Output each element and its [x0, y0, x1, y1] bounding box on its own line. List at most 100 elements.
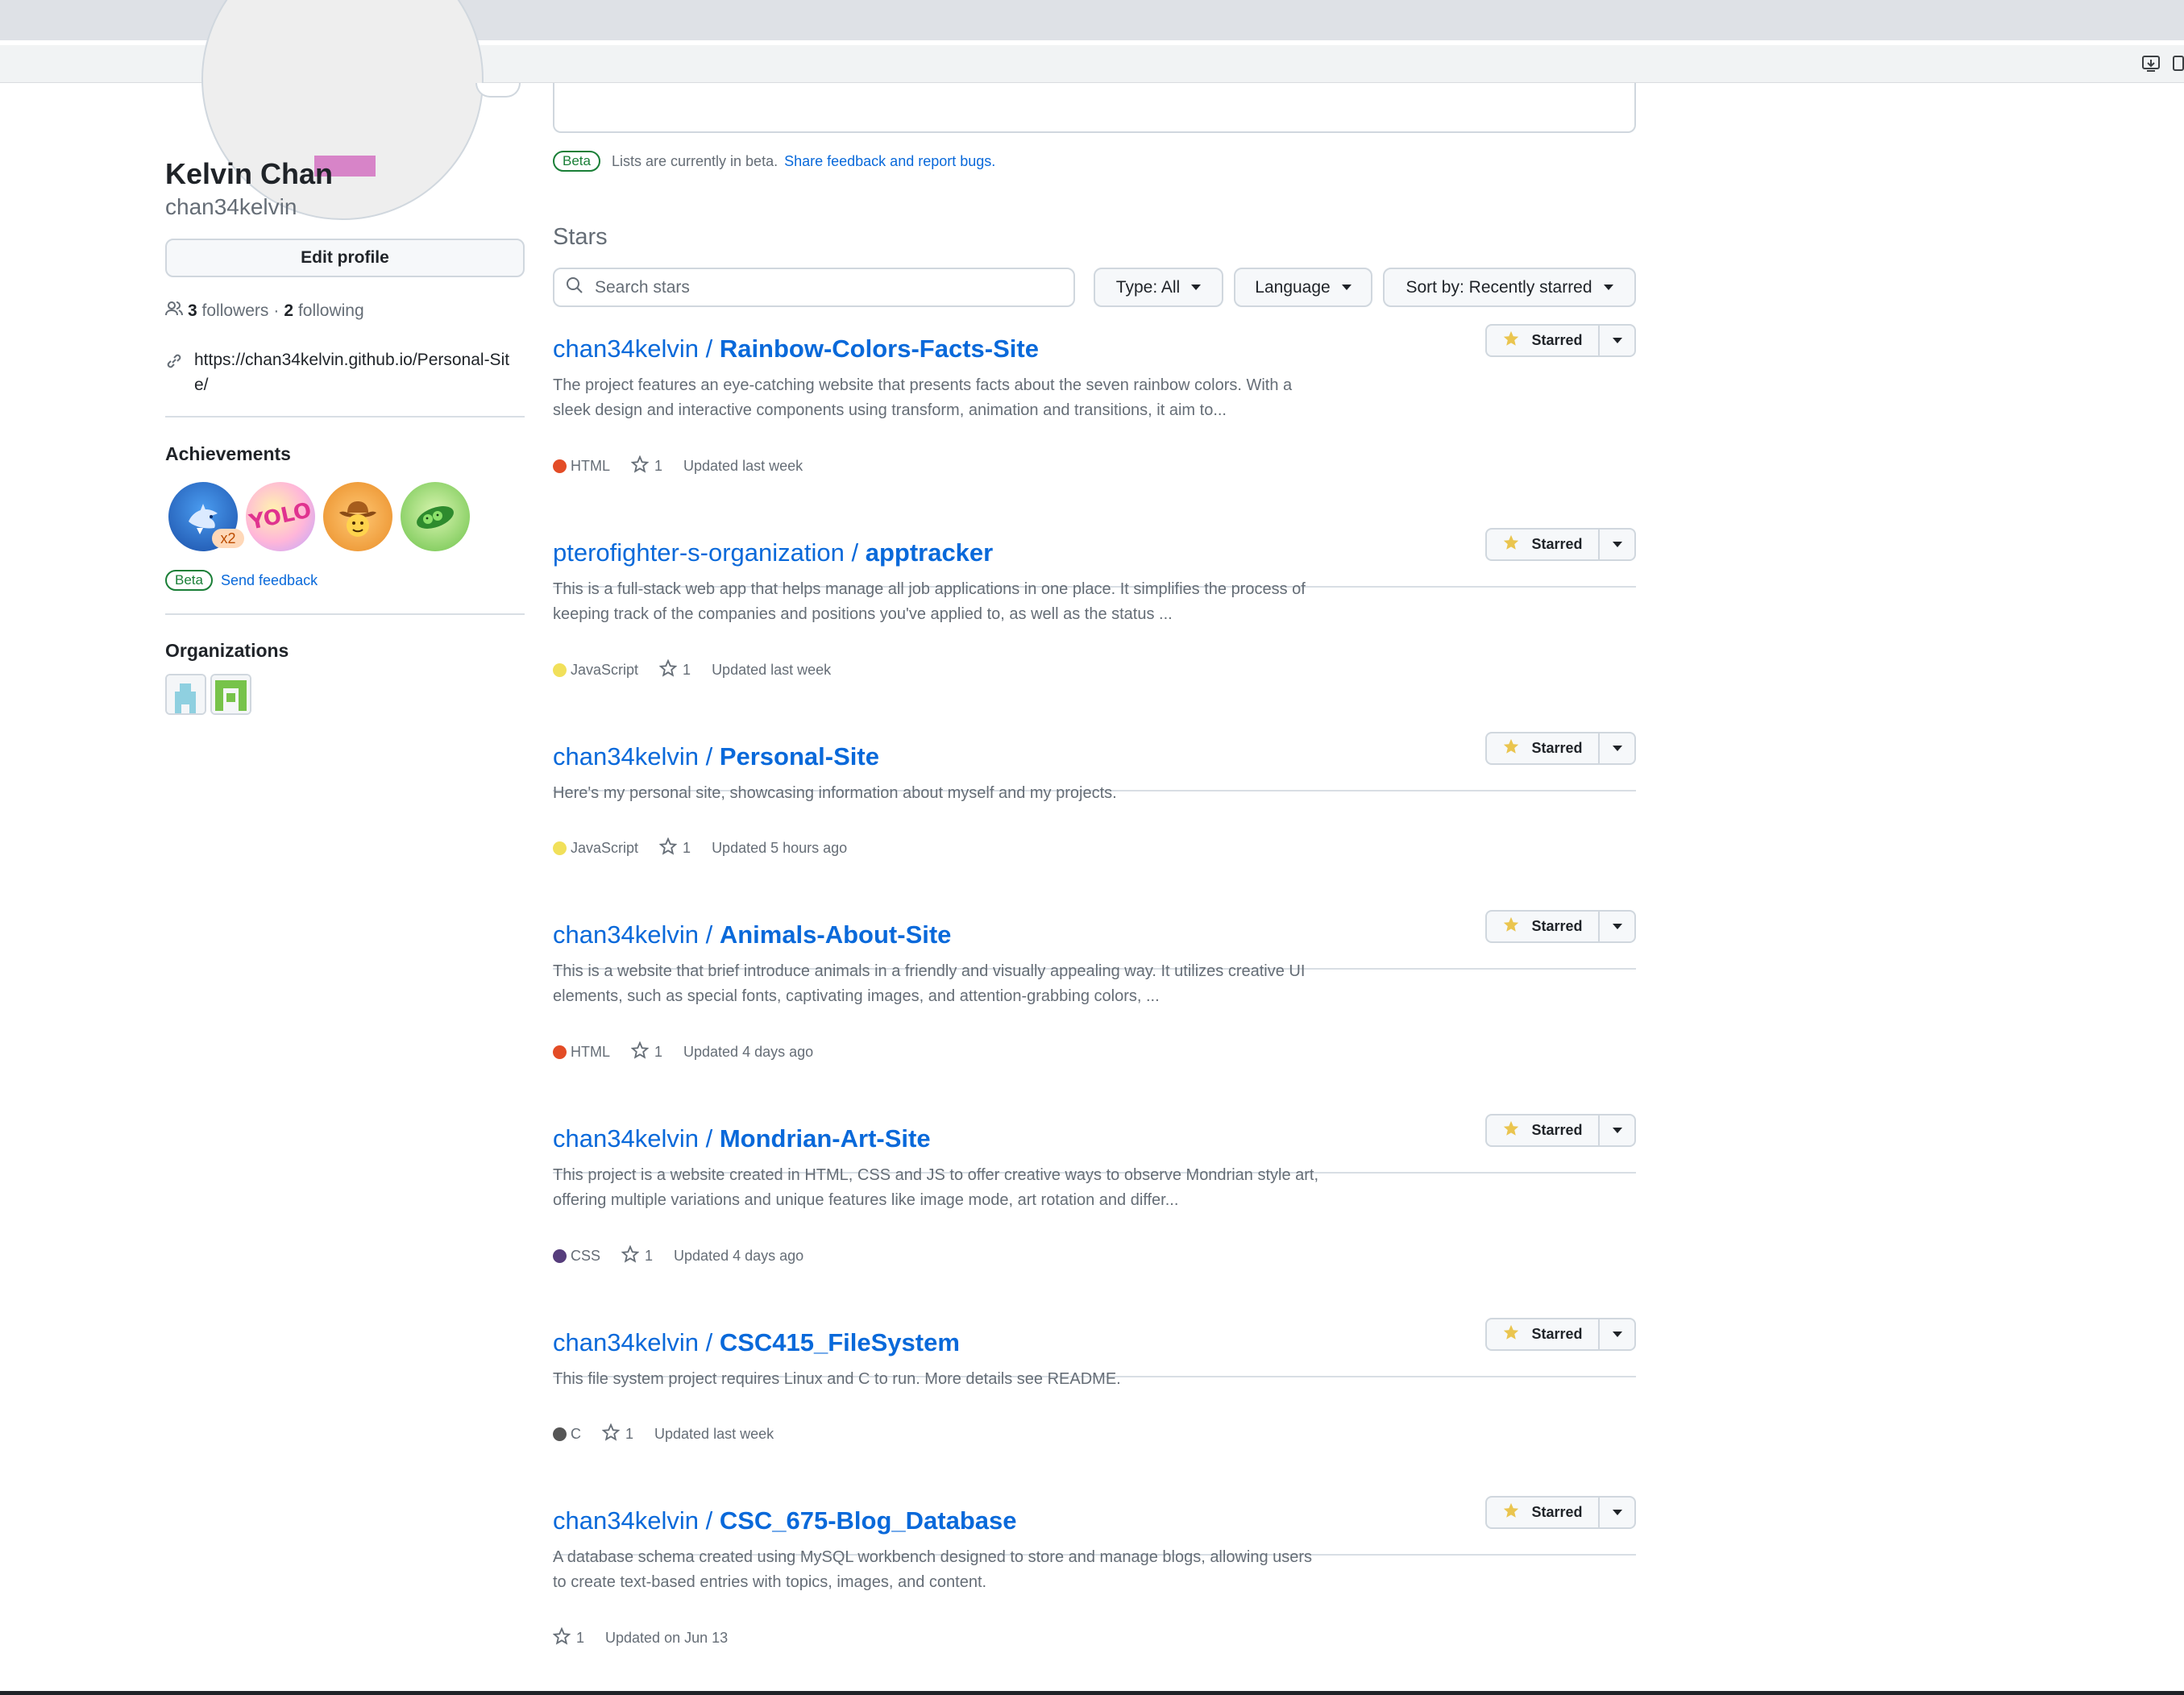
repo-updated: Updated on Jun 13 [605, 1630, 729, 1646]
starred-button-group: Starred [1485, 324, 1636, 357]
list-menu-button[interactable] [1600, 912, 1634, 941]
repo-stargazers-link[interactable]: 1 [630, 455, 662, 477]
repo-description: A database schema created using MySQL wo… [553, 1548, 1313, 1591]
send-feedback-link[interactable]: Send feedback [221, 572, 318, 589]
repo-stargazers-link[interactable]: 1 [621, 1244, 653, 1267]
repo-language: JavaScript [553, 662, 638, 679]
chevron-down-icon [1341, 285, 1352, 290]
followers-link[interactable]: 3 followers [188, 301, 268, 321]
list-menu-button[interactable] [1600, 1115, 1634, 1145]
type-filter-label: Type: All [1115, 277, 1181, 297]
starred-label: Starred [1531, 740, 1583, 756]
unstar-button[interactable]: Starred [1487, 326, 1600, 355]
repo-updated: Updated last week [654, 1426, 774, 1442]
unstar-button[interactable]: Starred [1487, 1498, 1600, 1527]
language-name: CSS [571, 1248, 601, 1264]
repo-owner: chan34kelvin / [553, 334, 720, 363]
beta-label: Beta [165, 570, 213, 591]
chevron-down-icon [1612, 1331, 1622, 1337]
chevron-down-icon [1612, 924, 1622, 929]
chevron-down-icon [1612, 542, 1622, 547]
unstar-button[interactable]: Starred [1487, 1115, 1600, 1145]
website-link[interactable]: https://chan34kelvin.github.io/Personal-… [194, 347, 517, 397]
repo-language: HTML [553, 458, 610, 475]
achievements-title: Achievements [165, 443, 291, 464]
starred-button-group: Starred [1485, 1318, 1636, 1351]
repo-language: CSS [553, 1248, 600, 1265]
unstar-button[interactable]: Starred [1487, 733, 1600, 763]
repo-name: Personal-Site [719, 742, 879, 771]
star-fill-icon [1502, 330, 1520, 351]
repo-updated: Updated 4 days ago [683, 1044, 814, 1060]
repo-updated: Updated 5 hours ago [712, 840, 848, 856]
repo-meta: JavaScript 1 Updated last week [553, 658, 832, 681]
language-color-dot [553, 1045, 567, 1059]
list-menu-button[interactable] [1600, 733, 1634, 763]
install-app-icon[interactable] [2140, 53, 2161, 74]
following-count: 2 [284, 301, 294, 320]
star-fill-icon [1502, 916, 1520, 937]
repo-description: This project is a website created in HTM… [553, 1166, 1319, 1209]
chevron-down-icon [1603, 285, 1613, 290]
search-stars-input[interactable] [595, 277, 1062, 297]
repo-updated: Updated last week [712, 662, 832, 678]
starred-button-group: Starred [1485, 1496, 1636, 1529]
organization-avatar[interactable] [210, 674, 251, 715]
repo-stargazers-link[interactable]: 1 [601, 1423, 633, 1445]
edit-profile-button[interactable]: Edit profile [165, 239, 525, 277]
unstar-button[interactable]: Starred [1487, 1319, 1600, 1349]
stars-heading: Stars [553, 224, 608, 250]
set-status-button[interactable] [475, 83, 521, 98]
pea-pod-badge-icon[interactable] [401, 482, 470, 551]
repo-title-link[interactable]: chan34kelvin / CSC_675-Blog_Database [553, 1506, 1017, 1535]
language-name: JavaScript [571, 662, 639, 678]
repo-stargazers-link[interactable]: 1 [658, 837, 691, 859]
window-bottom-edge [0, 1691, 2184, 1695]
star-icon [621, 1244, 640, 1267]
repo-stargazers-link[interactable]: 1 [630, 1041, 663, 1063]
repo-meta: HTML 1 Updated 4 days ago [553, 1041, 813, 1063]
organization-avatar[interactable] [165, 674, 206, 715]
lists-box [553, 83, 1636, 133]
following-link[interactable]: 2 following [284, 301, 363, 321]
star-icon [630, 1041, 650, 1063]
search-icon [566, 276, 583, 298]
unstar-button[interactable]: Starred [1487, 912, 1600, 941]
repo-description: The project features an eye-catching web… [553, 376, 1293, 419]
list-menu-button[interactable] [1600, 530, 1634, 559]
star-icon [658, 658, 678, 681]
language-name: JavaScript [571, 840, 639, 856]
sidepanel-icon[interactable] [2171, 53, 2184, 74]
list-menu-button[interactable] [1600, 326, 1634, 355]
repo-meta: CSS 1 Updated 4 days ago [553, 1244, 804, 1267]
repo-title-link[interactable]: chan34kelvin / CSC415_FileSystem [553, 1328, 960, 1357]
list-menu-button[interactable] [1600, 1319, 1634, 1349]
cowboy-badge-icon[interactable] [323, 482, 392, 551]
followers-count: 3 [188, 301, 197, 320]
type-filter-dropdown[interactable]: Type: All [1094, 268, 1223, 307]
repo-description: This is a full-stack web app that helps … [553, 580, 1306, 623]
yolo-badge-icon[interactable]: YOLO [246, 482, 315, 551]
repo-stargazers-link[interactable]: 1 [552, 1626, 584, 1649]
repo-updated: Updated 4 days ago [674, 1248, 804, 1264]
following-label: following [297, 301, 364, 320]
search-stars-field[interactable] [553, 268, 1075, 307]
starred-label: Starred [1531, 1326, 1583, 1342]
repo-meta: JavaScript 1 Updated 5 hours ago [553, 837, 847, 859]
list-menu-button[interactable] [1600, 1498, 1634, 1527]
repo-title-link[interactable]: chan34kelvin / Animals-About-Site [553, 920, 951, 949]
achievement-badges: x2 YOLO [168, 482, 523, 563]
repo-title-link[interactable]: chan34kelvin / Mondrian-Art-Site [553, 1124, 931, 1153]
star-fill-icon [1502, 534, 1520, 555]
lists-feedback-link[interactable]: Share feedback and report bugs. [784, 153, 995, 170]
repo-title-link[interactable]: chan34kelvin / Personal-Site [553, 742, 879, 771]
language-filter-dropdown[interactable]: Language [1234, 268, 1372, 307]
repo-title-link[interactable]: chan34kelvin / Rainbow-Colors-Facts-Site [553, 334, 1039, 364]
repo-name: CSC_675-Blog_Database [719, 1506, 1017, 1535]
repo-stargazers-link[interactable]: 1 [658, 658, 691, 681]
repo-title-link[interactable]: pterofighter-s-organization / apptracker [553, 538, 993, 567]
unstar-button[interactable]: Starred [1487, 530, 1600, 559]
repo-name: apptracker [865, 538, 994, 567]
sort-dropdown[interactable]: Sort by: Recently starred [1383, 268, 1636, 307]
star-count: 1 [654, 1044, 663, 1060]
